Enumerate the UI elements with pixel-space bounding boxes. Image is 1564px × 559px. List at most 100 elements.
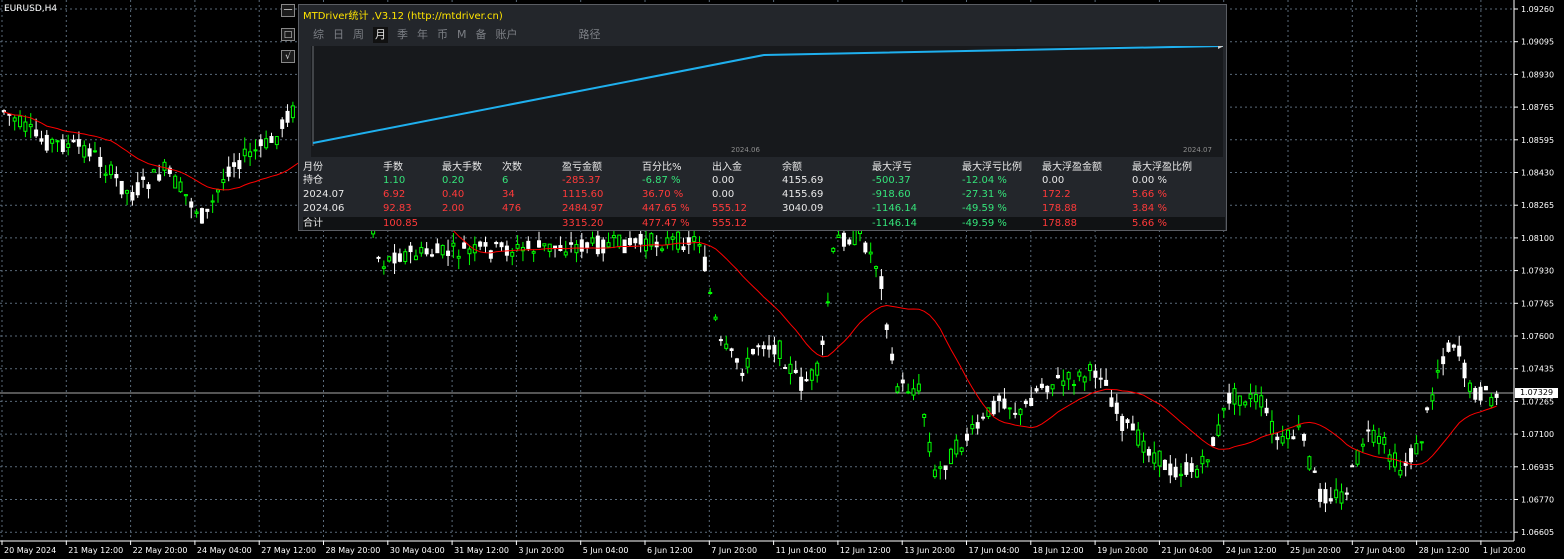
candle-body (831, 247, 836, 252)
candle-body (526, 240, 531, 249)
candle-body (1098, 377, 1103, 380)
candle-body (1179, 473, 1183, 477)
candle-body (927, 441, 932, 453)
table-cell: 0.40 (442, 189, 465, 200)
price-label: 1.06770 (1521, 496, 1554, 505)
candle-body (1168, 463, 1173, 476)
candle-body (151, 169, 156, 173)
candle-body (130, 191, 135, 201)
check-button[interactable]: √ (281, 50, 295, 63)
table-cell: 34 (502, 189, 515, 200)
candle-body (28, 123, 33, 128)
candle-body (92, 150, 97, 153)
time-label: 3 Jun 20:00 (518, 546, 564, 555)
time-label: 1 Jul 20:00 (1483, 546, 1526, 555)
candle-body (1259, 395, 1264, 408)
tab-m[interactable]: M (457, 27, 467, 43)
price-label: 1.07765 (1521, 299, 1554, 308)
candle-body (777, 340, 782, 359)
candle-body (542, 243, 547, 247)
candle-body (1157, 450, 1162, 467)
candle-body (751, 348, 755, 355)
candle-body (173, 175, 178, 189)
tab-backup[interactable]: 备 (476, 27, 487, 43)
candle-body (633, 238, 638, 244)
table-cell: 2484.97 (562, 203, 604, 214)
candle-body (285, 110, 290, 123)
time-label: 27 Jun 04:00 (1354, 546, 1405, 555)
time-label: 22 May 20:00 (133, 546, 188, 555)
candle-body (1323, 489, 1328, 504)
candle-body (1318, 488, 1323, 502)
candle-body (1120, 416, 1125, 431)
candle-body (1066, 371, 1071, 380)
tab-day[interactable]: 日 (333, 27, 344, 43)
candle-body (772, 344, 777, 355)
candle-body (670, 236, 675, 240)
candle-body (157, 174, 162, 181)
candle-body (595, 235, 600, 255)
candle-body (943, 465, 948, 471)
candle-body (745, 357, 750, 368)
candle-body (665, 237, 670, 246)
candle-body (1195, 468, 1200, 478)
table-cell: 最大手数 (442, 162, 482, 173)
candle-body (499, 242, 504, 248)
candle-body (23, 121, 28, 132)
candle-body (1344, 492, 1349, 495)
candle-body (574, 244, 579, 254)
tab-year[interactable]: 年 (417, 27, 428, 43)
tab-account[interactable]: 账户 (496, 27, 518, 43)
time-label: 11 Jun 04:00 (776, 546, 827, 555)
candle-body (708, 291, 713, 294)
table-cell: 6 (502, 175, 509, 186)
candle-body (1237, 395, 1242, 406)
candle-body (1350, 465, 1355, 468)
candle-body (1360, 443, 1365, 447)
candle-body (1146, 449, 1151, 456)
table-cell: 盈亏金额 (562, 162, 602, 173)
time-label: 21 Jun 04:00 (1161, 546, 1212, 555)
tab-path[interactable]: 路径 (579, 27, 601, 43)
candle-body (606, 242, 611, 248)
tab-summary[interactable]: 综 (313, 27, 324, 43)
candle-body (242, 148, 247, 157)
candle-body (1034, 388, 1039, 392)
candle-body (911, 388, 916, 396)
candle-body (141, 176, 146, 180)
tab-currency[interactable]: 币 (437, 27, 448, 43)
table-cell: -1146.14 (872, 218, 917, 229)
candle-body (799, 376, 804, 391)
time-label: 28 Jun 12:00 (1419, 546, 1470, 555)
table-cell: 合计 (303, 218, 323, 229)
candle-body (456, 255, 461, 259)
candle-body (1430, 394, 1435, 402)
candle-body (55, 140, 60, 143)
candle-body (71, 139, 76, 143)
candle-body (483, 242, 488, 247)
table-row: 2024.06 92.83 2.00 476 2484.97 447.65 % 555.12… (303, 202, 1225, 215)
price-label: 1.08765 (1521, 103, 1554, 112)
minimize-button[interactable]: 一 (281, 4, 295, 17)
candle-body (916, 383, 921, 392)
table-cell: 555.12 (712, 218, 747, 229)
table-cell: 477.47 % (642, 218, 690, 229)
tab-week[interactable]: 周 (353, 27, 364, 43)
window-button[interactable]: □ (281, 28, 295, 41)
time-label: 5 Jun 04:00 (583, 546, 629, 555)
candle-body (1184, 462, 1189, 475)
price-label: 1.07435 (1521, 365, 1554, 374)
table-cell: -12.04 % (962, 175, 1007, 186)
candle-body (1462, 362, 1467, 379)
tab-quarter[interactable]: 季 (397, 27, 408, 43)
candle-body (991, 400, 996, 415)
tab-month[interactable]: 月 (373, 27, 388, 43)
candle-body (649, 233, 654, 247)
candle-body (1018, 408, 1023, 416)
table-cell: -285.37 (562, 175, 601, 186)
time-label: 24 Jun 12:00 (1226, 546, 1277, 555)
candle-body (1221, 407, 1226, 411)
candle-body (1286, 429, 1290, 440)
candle-body (761, 345, 766, 350)
table-cell: 92.83 (383, 203, 412, 214)
